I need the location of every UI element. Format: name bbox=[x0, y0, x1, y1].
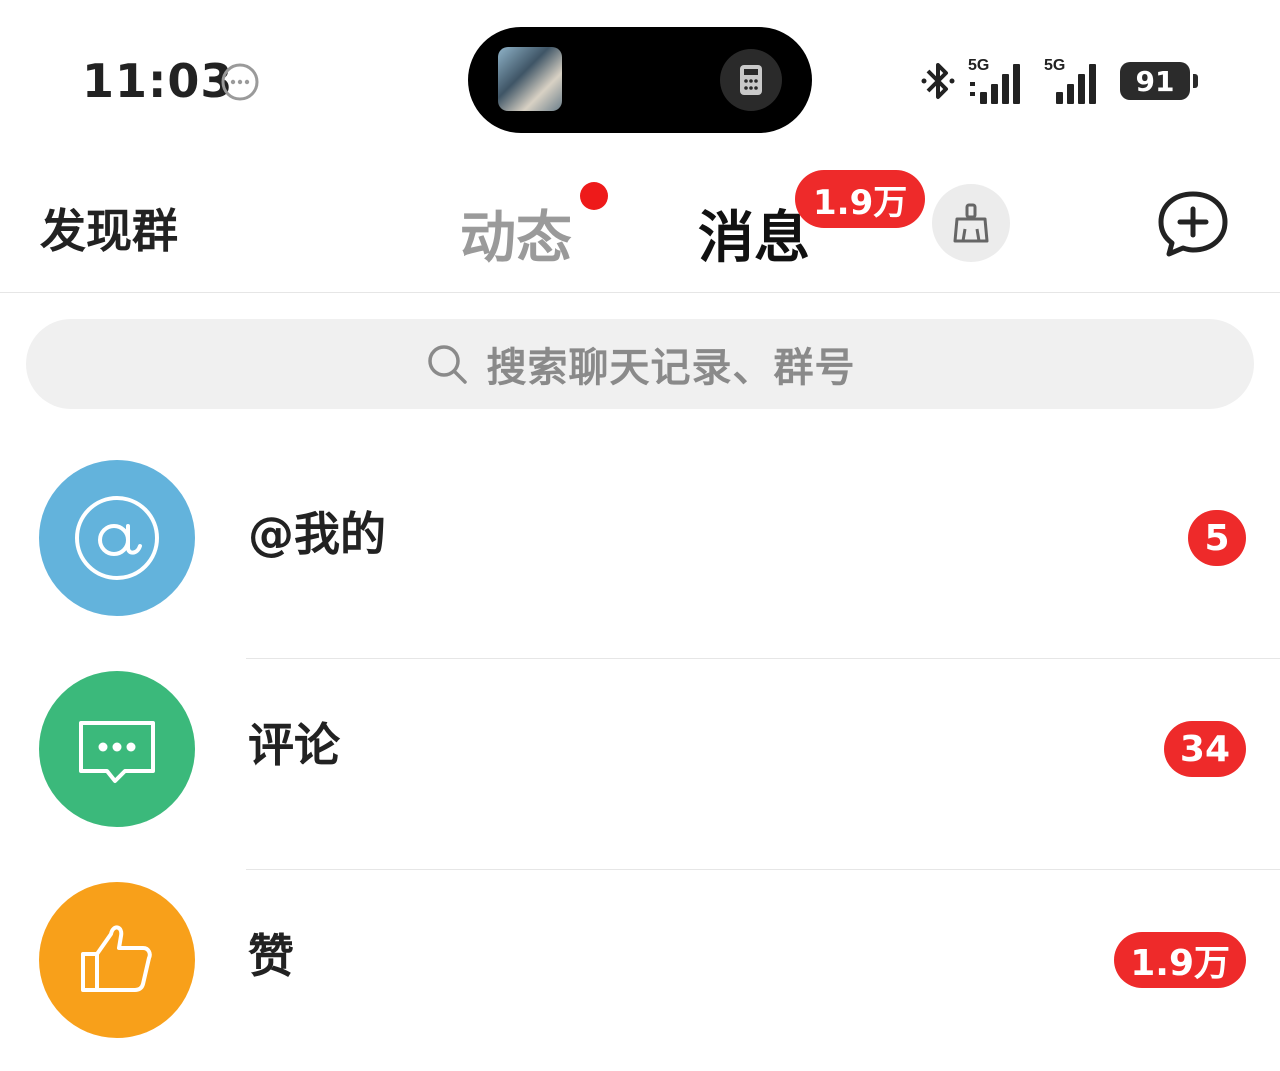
list-item-label: 评论 bbox=[248, 718, 340, 772]
calculator-icon[interactable] bbox=[720, 49, 782, 111]
status-indicators: 5G 5G 91 bbox=[918, 56, 1198, 106]
top-nav: 发现群 动态 消息 1.9万 bbox=[0, 150, 1280, 293]
broom-icon bbox=[953, 203, 989, 243]
network-type-1: 5G bbox=[968, 57, 989, 74]
status-time: 11:03 bbox=[82, 54, 234, 108]
thumbs-up-icon bbox=[39, 882, 195, 1038]
cellular-signal-icon-2: 5G bbox=[1044, 57, 1096, 104]
list-item-likes[interactable]: 赞 1.9万 bbox=[0, 870, 1280, 1071]
search-icon bbox=[427, 345, 467, 384]
tab-messages[interactable]: 消息 bbox=[698, 193, 810, 274]
media-thumbnail[interactable] bbox=[498, 47, 562, 111]
status-bar: 11:03 5G 5G 91 bbox=[0, 0, 1280, 150]
discover-groups-link[interactable]: 发现群 bbox=[40, 195, 178, 261]
messages-unread-badge: 1.9万 bbox=[795, 170, 926, 228]
unread-count-badge: 5 bbox=[1188, 510, 1246, 566]
list-item-mentions[interactable]: @我的 5 bbox=[0, 448, 1280, 659]
cellular-signal-icon: 5G bbox=[968, 57, 1020, 104]
unread-count-badge: 1.9万 bbox=[1114, 932, 1246, 988]
list-item-label: @我的 bbox=[248, 507, 386, 561]
comment-icon bbox=[39, 671, 195, 827]
battery-indicator: 91 bbox=[1120, 62, 1198, 100]
list-item-comments[interactable]: 评论 34 bbox=[0, 659, 1280, 870]
search-placeholder: 搜索聊天记录、群号 bbox=[486, 345, 856, 391]
unread-dot bbox=[580, 182, 608, 210]
network-type-2: 5G bbox=[1044, 57, 1065, 74]
unread-count-badge: 34 bbox=[1163, 721, 1246, 777]
list-item-label: 赞 bbox=[248, 929, 294, 983]
search-input[interactable]: 搜索聊天记录、群号 bbox=[26, 319, 1254, 409]
tab-dynamic[interactable]: 动态 bbox=[460, 193, 572, 274]
message-notification-icon bbox=[221, 63, 259, 101]
clear-unread-button[interactable] bbox=[932, 184, 1010, 262]
new-chat-button[interactable] bbox=[1155, 188, 1231, 260]
dynamic-island[interactable] bbox=[468, 27, 812, 133]
at-icon bbox=[39, 460, 195, 616]
bluetooth-icon bbox=[921, 63, 955, 99]
